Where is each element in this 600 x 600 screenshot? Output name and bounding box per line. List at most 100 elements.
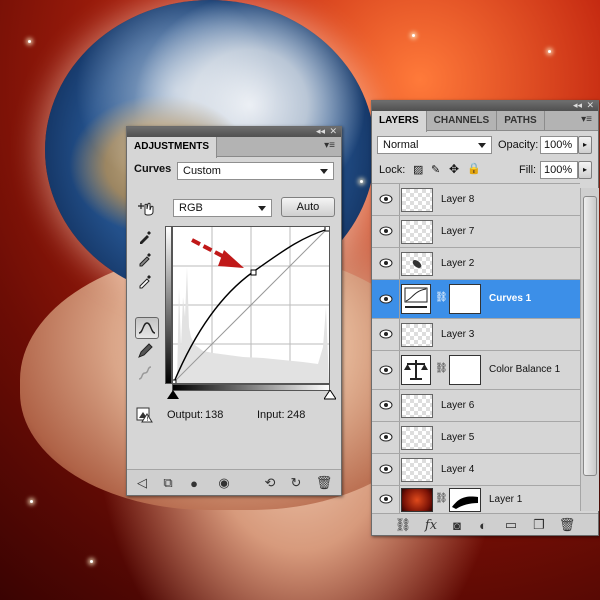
visibility-eye-icon[interactable] <box>378 493 394 505</box>
trash-icon[interactable]: 🗑 <box>558 516 576 534</box>
layer-row-layer-2[interactable]: Layer 2 <box>372 248 580 280</box>
tab-adjustments[interactable]: ADJUSTMENTS <box>127 137 218 158</box>
output-value[interactable]: 138 <box>205 409 223 421</box>
black-point-slider-icon[interactable] <box>167 390 179 400</box>
close-icon[interactable]: ✕ <box>329 126 337 136</box>
expand-view-icon[interactable]: ⧉ <box>159 474 177 492</box>
layer-row-layer-1[interactable]: ⛓ Layer 1 <box>372 486 580 514</box>
lock-transparency-icon[interactable]: ▨ <box>413 163 423 176</box>
add-mask-icon[interactable]: ◙ <box>448 516 466 534</box>
divider <box>399 422 400 453</box>
fill-slider-button[interactable]: ▸ <box>578 161 592 179</box>
smooth-curve-icon[interactable] <box>135 363 155 383</box>
layer-name[interactable]: Color Balance 1 <box>489 364 560 375</box>
opacity-slider-button[interactable]: ▸ <box>578 136 592 154</box>
targeted-adjustment-hand-icon[interactable] <box>135 197 155 217</box>
layer-row-curves-1[interactable]: ⛓ Curves 1 <box>372 280 580 319</box>
visibility-eye-icon[interactable] <box>378 463 394 475</box>
trash-icon[interactable]: 🗑 <box>315 474 333 492</box>
link-chain-icon[interactable]: ⛓ <box>435 292 448 303</box>
layer-row-layer-7[interactable]: Layer 7 <box>372 216 580 248</box>
layer-row-layer-6[interactable]: Layer 6 <box>372 390 580 422</box>
layer-thumbnail <box>401 252 433 276</box>
link-chain-icon[interactable]: ⛓ <box>435 363 448 374</box>
lock-pixels-icon[interactable]: ✎ <box>431 163 440 176</box>
layer-name[interactable]: Layer 3 <box>441 329 474 340</box>
curve-point-selected[interactable] <box>250 269 257 276</box>
visibility-eye-icon[interactable] <box>378 193 394 205</box>
visibility-eye-icon[interactable] <box>378 431 394 443</box>
layer-name[interactable]: Layer 2 <box>441 258 474 269</box>
gray-point-eyedropper-icon[interactable] <box>135 249 155 269</box>
tab-channels[interactable]: CHANNELS <box>427 111 498 130</box>
collapse-icon[interactable]: ◂◂ <box>573 100 582 110</box>
layers-scrollbar[interactable] <box>580 188 599 511</box>
layer-style-fx-icon[interactable]: fx <box>422 516 440 534</box>
scrollbar-thumb[interactable] <box>583 196 597 476</box>
collapse-icon[interactable]: ◂◂ <box>316 126 325 136</box>
layer-row-color-balance-1[interactable]: ⛓ Color Balance 1 <box>372 351 580 390</box>
visibility-eye-icon[interactable] <box>378 364 394 376</box>
panel-menu-icon[interactable]: ▾≡ <box>581 114 592 125</box>
clip-to-layer-icon[interactable]: ● <box>185 474 203 492</box>
close-icon[interactable]: ✕ <box>586 100 594 110</box>
visibility-eye-icon[interactable] <box>378 399 394 411</box>
back-arrow-icon[interactable]: ◁ <box>133 474 151 492</box>
tab-paths[interactable]: PATHS <box>497 111 545 130</box>
new-layer-icon[interactable]: ❐ <box>530 516 548 534</box>
preset-select[interactable]: Custom <box>177 162 334 180</box>
channel-select[interactable]: RGB <box>173 199 272 217</box>
input-value[interactable]: 248 <box>287 409 305 421</box>
black-point-eyedropper-icon[interactable] <box>135 227 155 247</box>
layer-name[interactable]: Layer 5 <box>441 432 474 443</box>
layer-name[interactable]: Layer 7 <box>441 226 474 237</box>
reset-icon[interactable]: ↻ <box>287 474 305 492</box>
layer-row-layer-5[interactable]: Layer 5 <box>372 422 580 454</box>
link-layers-icon[interactable]: ⛓ <box>394 516 412 534</box>
auto-button[interactable]: Auto <box>281 197 335 217</box>
layer-mask-thumbnail[interactable] <box>449 488 481 512</box>
layer-name[interactable]: Layer 1 <box>489 494 522 505</box>
curve-point-white[interactable] <box>324 225 331 232</box>
layer-row-layer-8[interactable]: Layer 8 <box>372 184 580 216</box>
layer-thumbnail <box>401 426 433 450</box>
panel-menu-icon[interactable]: ▾≡ <box>324 140 335 151</box>
tab-layers[interactable]: LAYERS <box>372 111 427 132</box>
visibility-eye-icon[interactable] <box>378 257 394 269</box>
visibility-eye-icon[interactable]: ◉ <box>215 474 233 492</box>
layer-row-layer-4[interactable]: Layer 4 <box>372 454 580 486</box>
layer-name[interactable]: Layer 4 <box>441 464 474 475</box>
layer-name[interactable]: Curves 1 <box>489 293 531 304</box>
white-point-eyedropper-icon[interactable] <box>135 271 155 291</box>
opacity-field[interactable]: 100% <box>540 136 578 154</box>
new-group-folder-icon[interactable]: ▭ <box>502 516 520 534</box>
view-previous-state-icon[interactable]: ⟲ <box>261 474 279 492</box>
lock-all-icon[interactable]: 🔒 <box>467 162 481 175</box>
clipping-warning-icon[interactable]: ! <box>135 404 155 424</box>
lock-position-icon[interactable]: ✥ <box>449 162 459 176</box>
layers-titlebar[interactable]: ◂◂ ✕ <box>372 100 598 111</box>
opacity-label: Opacity: <box>498 139 539 151</box>
visibility-eye-icon[interactable] <box>378 328 394 340</box>
new-adjustment-layer-icon[interactable]: ◐ <box>474 516 492 534</box>
fill-field[interactable]: 100% <box>540 161 578 179</box>
visibility-eye-icon[interactable] <box>378 225 394 237</box>
layer-name[interactable]: Layer 6 <box>441 400 474 411</box>
layer-mask-thumbnail[interactable] <box>449 284 481 314</box>
white-point-slider-icon[interactable] <box>324 390 336 400</box>
layer-mask-thumbnail[interactable] <box>449 355 481 385</box>
layer-name[interactable]: Layer 8 <box>441 194 474 205</box>
curve-edit-points-icon[interactable] <box>135 317 159 339</box>
divider <box>399 184 400 215</box>
pencil-icon[interactable] <box>135 341 155 361</box>
star <box>548 50 551 53</box>
layer-row-layer-3[interactable]: Layer 3 <box>372 319 580 351</box>
adjustments-titlebar[interactable]: ◂◂ ✕ <box>127 126 341 137</box>
visibility-eye-icon[interactable] <box>378 293 394 305</box>
blend-mode-select[interactable]: Normal <box>377 136 492 154</box>
link-chain-icon[interactable]: ⛓ <box>435 493 448 504</box>
curve-point-black[interactable] <box>170 379 177 386</box>
opacity-value: 100% <box>544 139 573 151</box>
balance-scale-icon <box>401 355 431 385</box>
layer-thumbnail <box>401 458 433 482</box>
